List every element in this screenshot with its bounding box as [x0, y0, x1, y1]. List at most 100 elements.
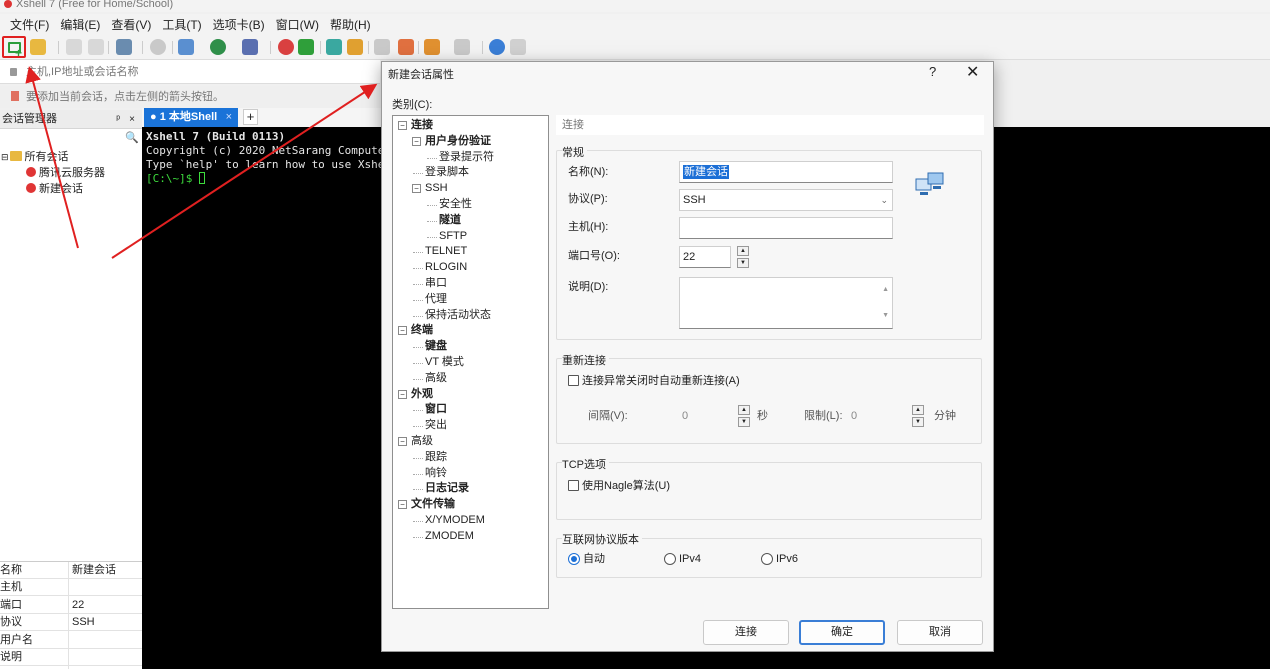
category-item[interactable]: X/YMODEM: [425, 513, 485, 528]
collapse-icon[interactable]: −: [398, 389, 407, 399]
ipv6-label[interactable]: IPv6: [776, 552, 798, 566]
search-icon[interactable]: 🔍: [125, 131, 139, 144]
category-item[interactable]: SFTP: [439, 229, 467, 244]
reconnect-icon[interactable]: [66, 39, 82, 55]
category-item[interactable]: 终端: [411, 323, 433, 338]
transfer-icon[interactable]: [178, 39, 194, 55]
ip-auto-radio[interactable]: [568, 553, 580, 565]
keyboard-icon[interactable]: [374, 39, 390, 55]
disconnect-icon[interactable]: [88, 39, 104, 55]
menu-file[interactable]: 文件(F): [10, 16, 49, 33]
category-item[interactable]: 用户身份验证: [425, 134, 491, 149]
category-item[interactable]: 安全性: [439, 197, 472, 212]
category-item[interactable]: 保持活动状态: [425, 308, 491, 323]
name-input[interactable]: 新建会话: [679, 161, 893, 183]
category-item[interactable]: 高级: [425, 371, 447, 386]
close-icon[interactable]: ×: [129, 110, 135, 129]
fullscreen-icon[interactable]: [326, 39, 342, 55]
ip-auto-label[interactable]: 自动: [583, 552, 605, 566]
menu-view[interactable]: 查看(V): [111, 16, 151, 33]
nagle-label[interactable]: 使用Nagle算法(U): [582, 479, 670, 493]
connect-button[interactable]: 连接: [703, 620, 789, 645]
limit-value[interactable]: 0: [851, 409, 857, 423]
collapse-icon[interactable]: −: [412, 184, 421, 194]
ipv4-label[interactable]: IPv4: [679, 552, 701, 566]
interval-spinner[interactable]: ▲ ▼: [738, 405, 750, 427]
help-icon[interactable]: [489, 39, 505, 55]
ipv4-radio[interactable]: [664, 553, 676, 565]
menu-window[interactable]: 窗口(W): [276, 16, 319, 33]
category-item[interactable]: SSH: [425, 181, 448, 196]
tree-item-tencent[interactable]: 腾讯云服务器: [26, 165, 105, 181]
category-item[interactable]: RLOGIN: [425, 260, 467, 275]
collapse-icon[interactable]: −: [398, 500, 407, 510]
font-icon[interactable]: [242, 39, 258, 55]
category-item[interactable]: TELNET: [425, 244, 467, 259]
xftp-icon[interactable]: [278, 39, 294, 55]
category-item[interactable]: 隧道: [439, 213, 461, 228]
ipv6-radio[interactable]: [761, 553, 773, 565]
spin-up-icon[interactable]: ▲: [738, 405, 750, 415]
collapse-icon[interactable]: −: [412, 136, 421, 146]
collapse-icon[interactable]: −: [398, 121, 407, 130]
protocol-select[interactable]: SSH ⌄: [679, 189, 893, 211]
category-item[interactable]: 代理: [425, 292, 447, 307]
category-item[interactable]: 串口: [425, 276, 447, 291]
highlight-icon[interactable]: [398, 39, 414, 55]
script-icon[interactable]: [424, 39, 440, 55]
new-session-button[interactable]: +: [2, 36, 26, 59]
spin-down-icon[interactable]: ▼: [737, 258, 749, 268]
xmanager-icon[interactable]: [298, 39, 314, 55]
category-item[interactable]: 跟踪: [425, 450, 447, 465]
category-item[interactable]: 登录脚本: [425, 165, 469, 180]
category-item[interactable]: 窗口: [425, 402, 447, 417]
category-item[interactable]: 高级: [411, 434, 433, 449]
category-item[interactable]: 连接: [411, 118, 433, 133]
dialog-close-button[interactable]: ✕: [966, 62, 979, 82]
category-item[interactable]: ZMODEM: [425, 529, 474, 544]
find-icon[interactable]: [150, 39, 166, 55]
nagle-checkbox[interactable]: [568, 480, 579, 491]
limit-spinner[interactable]: ▲ ▼: [912, 405, 924, 427]
description-input[interactable]: ▲ ▼: [679, 277, 893, 329]
auto-reconnect-label[interactable]: 连接异常关闭时自动重新连接(A): [582, 374, 740, 388]
open-folder-icon[interactable]: [30, 39, 46, 55]
address-bar[interactable]: 主机,IP地址或会话名称: [0, 60, 380, 84]
interval-value[interactable]: 0: [682, 409, 688, 423]
auto-reconnect-checkbox[interactable]: [568, 375, 579, 386]
menu-tools[interactable]: 工具(T): [162, 16, 201, 33]
category-item[interactable]: 响铃: [425, 466, 447, 481]
port-spinner[interactable]: ▲ ▼: [737, 246, 749, 268]
help-button[interactable]: ?: [929, 64, 936, 79]
category-item[interactable]: 外观: [411, 387, 433, 402]
tab-close-icon[interactable]: ×: [226, 108, 232, 127]
category-item[interactable]: 文件传输: [411, 497, 455, 512]
globe-icon[interactable]: [210, 39, 226, 55]
chat-icon[interactable]: [510, 39, 526, 55]
spin-down-icon[interactable]: ▼: [738, 417, 750, 427]
category-item[interactable]: VT 模式: [425, 355, 464, 370]
menu-tabs[interactable]: 选项卡(B): [213, 16, 265, 33]
spin-up-icon[interactable]: ▲: [737, 246, 749, 256]
pin-icon[interactable]: ᵖ: [116, 110, 120, 129]
category-item[interactable]: 登录提示符: [439, 150, 494, 165]
spin-up-icon[interactable]: ▲: [912, 405, 924, 415]
ok-button[interactable]: 确定: [799, 620, 885, 645]
category-item[interactable]: 日志记录: [425, 481, 469, 496]
category-item[interactable]: 突出: [425, 418, 447, 433]
host-input[interactable]: [679, 217, 893, 239]
tree-root[interactable]: ⊟ 所有会话: [1, 149, 69, 165]
tab-local-shell[interactable]: ● 1 本地Shell ×: [144, 108, 238, 127]
add-tab-button[interactable]: +: [243, 109, 258, 125]
lock-icon[interactable]: [347, 39, 363, 55]
category-item[interactable]: 键盘: [425, 339, 447, 354]
menu-edit[interactable]: 编辑(E): [60, 16, 100, 33]
properties-icon[interactable]: [116, 39, 132, 55]
cancel-button[interactable]: 取消: [897, 620, 983, 645]
collapse-icon[interactable]: −: [398, 326, 407, 336]
port-input[interactable]: 22: [679, 246, 731, 268]
layout-icon[interactable]: [454, 39, 470, 55]
tree-item-new-session[interactable]: 新建会话: [26, 181, 83, 197]
menu-help[interactable]: 帮助(H): [330, 16, 371, 33]
spin-down-icon[interactable]: ▼: [912, 417, 924, 427]
